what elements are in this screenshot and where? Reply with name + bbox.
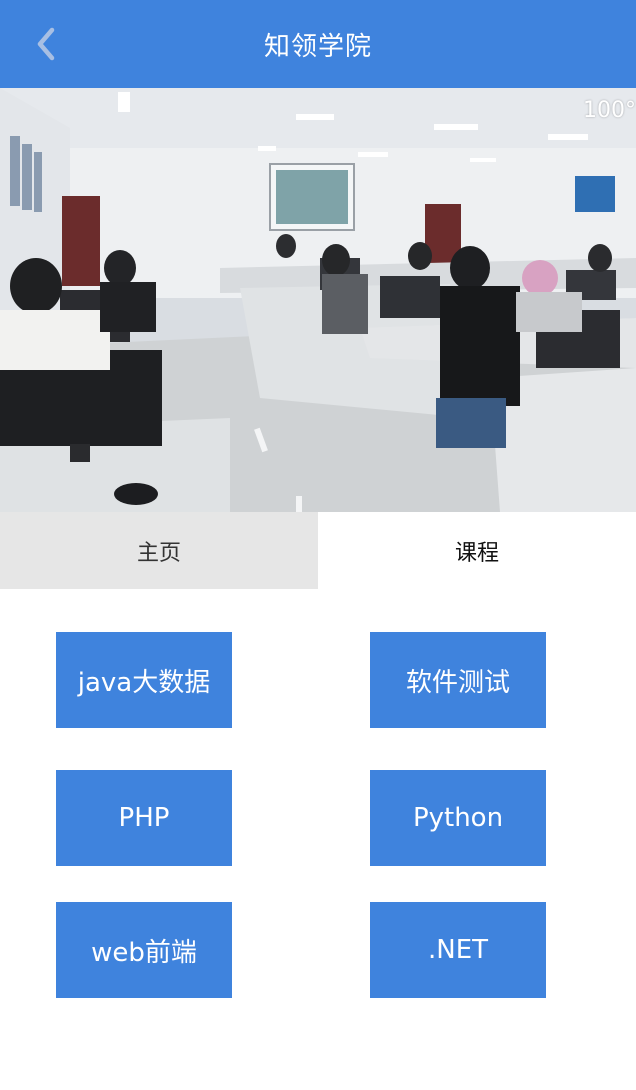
course-button-web-frontend[interactable]: web前端 bbox=[56, 902, 232, 998]
overlay-percentage: 100° bbox=[583, 98, 636, 123]
tab-bar: 主页 课程 bbox=[0, 512, 636, 589]
course-button-dotnet[interactable]: .NET bbox=[370, 902, 546, 998]
tab-courses[interactable]: 课程 bbox=[318, 512, 636, 589]
course-button-python[interactable]: Python bbox=[370, 770, 546, 866]
tab-home[interactable]: 主页 bbox=[0, 512, 318, 589]
page-title: 知领学院 bbox=[263, 31, 372, 62]
app-header: 知领学院 bbox=[0, 0, 636, 88]
classroom-photo bbox=[0, 88, 636, 512]
course-button-software-testing[interactable]: 软件测试 bbox=[370, 632, 546, 728]
banner-image: 100° bbox=[0, 88, 636, 512]
back-button[interactable] bbox=[26, 24, 66, 64]
course-button-php[interactable]: PHP bbox=[56, 770, 232, 866]
course-button-java-bigdata[interactable]: java大数据 bbox=[56, 632, 232, 728]
chevron-left-icon bbox=[37, 27, 55, 61]
course-grid: java大数据 软件测试 PHP Python web前端 .NET bbox=[0, 589, 636, 1090]
